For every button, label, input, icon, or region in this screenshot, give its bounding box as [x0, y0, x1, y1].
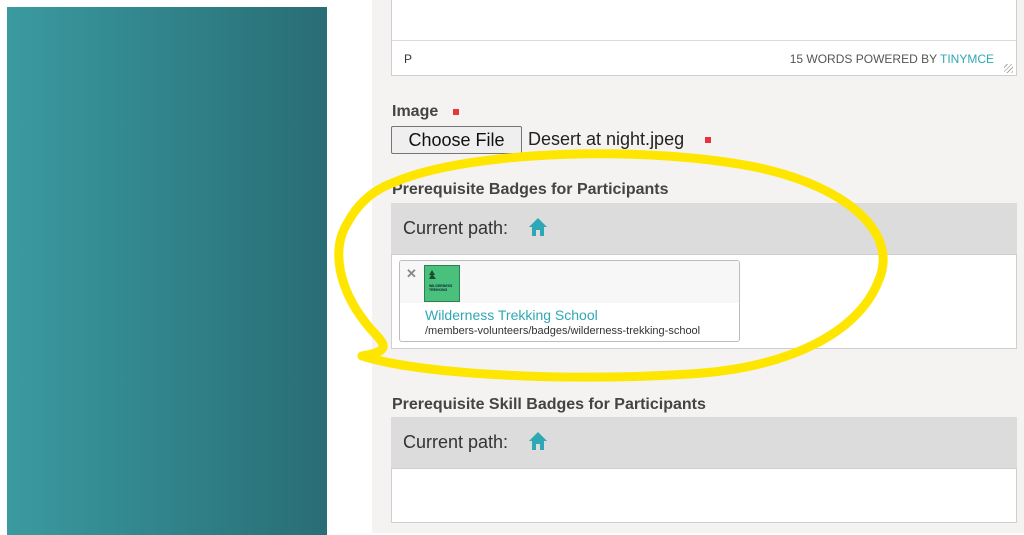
badge-path: /members-volunteers/badges/wilderness-tr…: [425, 325, 701, 337]
current-path-label: Current path:: [403, 432, 509, 452]
image-label-text: Image: [392, 103, 439, 120]
word-count-text: 15 WORDS: [789, 52, 853, 66]
prereq-badges-path-bar: Current path:: [391, 203, 1017, 254]
home-icon[interactable]: [528, 431, 548, 451]
selected-file-name: Desert at night.jpeg: [528, 129, 712, 150]
badge-item[interactable]: ✕ WILDERNESS TREKKING Wilderness Trekkin…: [399, 260, 740, 342]
file-name-text: Desert at night.jpeg: [528, 129, 685, 149]
editor-word-count: 15 WORDS POWERED BY TINYMCE: [790, 52, 994, 66]
required-marker: [452, 108, 459, 115]
thumbnail-caption: WILDERNESS TREKKING: [429, 284, 453, 292]
prereq-badges-label: Prerequisite Badges for Participants: [392, 181, 669, 198]
prereq-skill-badges-label: Prerequisite Skill Badges for Participan…: [392, 396, 706, 413]
choose-file-button[interactable]: Choose File: [391, 126, 522, 154]
badge-title-link[interactable]: Wilderness Trekking School: [425, 307, 598, 323]
sidebar-panel: [7, 7, 327, 535]
image-field-label: Image: [392, 103, 459, 121]
required-marker: [705, 137, 712, 144]
powered-by-text: POWERED BY: [855, 52, 937, 66]
rich-text-editor[interactable]: P 15 WORDS POWERED BY TINYMCE: [391, 0, 1017, 76]
editor-statusbar: P 15 WORDS POWERED BY TINYMCE: [392, 40, 1016, 76]
home-icon[interactable]: [528, 217, 548, 237]
resize-handle[interactable]: [1004, 64, 1013, 73]
tinymce-link[interactable]: TINYMCE: [940, 52, 994, 66]
tree-icon: [429, 270, 436, 279]
close-icon[interactable]: ✕: [406, 266, 417, 282]
prereq-skill-badges-path-bar: Current path:: [391, 417, 1017, 468]
editor-element-path[interactable]: P: [404, 52, 412, 66]
current-path-label: Current path:: [403, 218, 509, 238]
badge-thumbnail: WILDERNESS TREKKING: [424, 265, 460, 302]
prereq-skill-badges-dropzone[interactable]: [391, 468, 1017, 523]
